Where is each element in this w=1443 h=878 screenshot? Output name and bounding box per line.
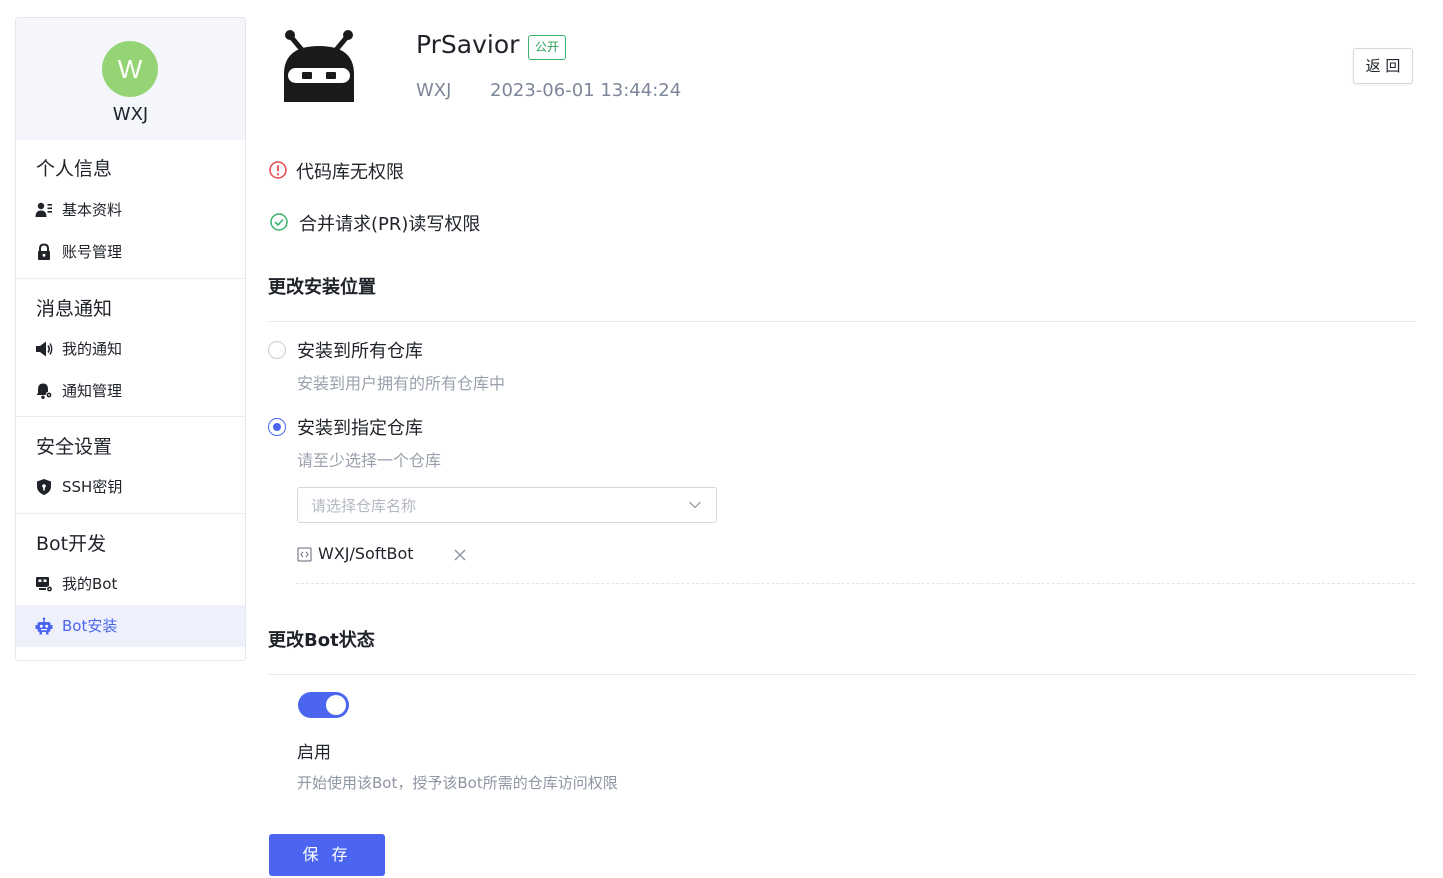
permission-label: 合并请求(PR)读写权限	[299, 214, 481, 235]
bot-logo	[284, 30, 354, 102]
lock-icon	[38, 243, 50, 260]
profile-card: W WXJ	[16, 18, 245, 140]
sidebar-item-account-management[interactable]: 账号管理	[16, 231, 245, 273]
group-title-notifications: 消息通知	[36, 298, 113, 320]
section-title-bot-status: 更改Bot状态	[268, 630, 375, 651]
section-title-install-location: 更改安装位置	[268, 277, 376, 298]
radio-selected-repos[interactable]	[268, 418, 286, 436]
robot-monitor-icon	[36, 577, 53, 593]
error-circle-icon	[269, 161, 287, 179]
remove-repo-icon[interactable]	[453, 548, 467, 562]
profile-name: WXJ	[112, 104, 149, 125]
radio-all-repos[interactable]	[268, 341, 286, 359]
back-button[interactable]: 返 回	[1353, 48, 1413, 84]
user-card-icon	[35, 202, 52, 217]
sidebar-item-label: SSH密钥	[62, 478, 123, 496]
sidebar-item-my-bot[interactable]: 我的Bot	[16, 563, 245, 605]
option-title-all-repos[interactable]: 安装到所有仓库	[297, 337, 423, 363]
repo-list-divider	[296, 583, 1415, 584]
bot-name: PrSavior	[416, 30, 520, 59]
section-divider	[268, 321, 1415, 322]
sidebar-item-label: 通知管理	[62, 382, 123, 400]
sidebar-item-bot-install[interactable]: Bot安装	[16, 605, 245, 647]
sidebar-item-label: 我的通知	[62, 340, 123, 358]
section-divider	[268, 674, 1415, 675]
bot-owner[interactable]: WXJ	[416, 80, 451, 101]
group-title-personal-info: 个人信息	[36, 158, 113, 180]
avatar[interactable]: W	[102, 41, 158, 97]
created-timestamp: 2023-06-01 13:44:24	[490, 80, 682, 101]
option-desc-selected-repos: 请至少选择一个仓库	[297, 451, 442, 470]
settings-sidebar: W WXJ 个人信息 基本资料 账号管理 消息通知 我的通知 通知管理 安全设置…	[15, 17, 246, 661]
shield-icon	[37, 479, 51, 495]
sidebar-item-label: 我的Bot	[62, 575, 118, 593]
enable-bot-toggle[interactable]	[298, 692, 349, 718]
sidebar-item-ssh-keys[interactable]: SSH密钥	[16, 466, 245, 508]
option-title-selected-repos[interactable]: 安装到指定仓库	[297, 414, 423, 440]
toggle-description: 开始使用该Bot，授予该Bot所需的仓库访问权限	[297, 774, 618, 792]
sidebar-item-label: 基本资料	[62, 201, 123, 219]
group-title-security: 安全设置	[36, 436, 113, 458]
bell-gear-icon	[36, 383, 53, 399]
repo-icon	[297, 547, 312, 562]
chevron-down-icon	[689, 501, 701, 509]
sidebar-item-label: Bot安装	[62, 617, 118, 635]
sidebar-divider	[16, 513, 245, 514]
selected-repo-name: WXJ/SoftBot	[318, 544, 414, 563]
group-title-bot-development: Bot开发	[36, 533, 107, 555]
sidebar-item-notification-management[interactable]: 通知管理	[16, 370, 245, 412]
sidebar-divider	[16, 278, 245, 279]
save-button[interactable]: 保 存	[269, 834, 385, 876]
option-desc-all-repos: 安装到用户拥有的所有仓库中	[297, 374, 506, 393]
visibility-badge: 公开	[528, 35, 567, 60]
robot-icon	[35, 617, 53, 635]
sidebar-item-label: 账号管理	[62, 243, 123, 261]
toggle-label: 启用	[297, 743, 331, 763]
repo-select-placeholder: 请选择仓库名称	[311, 497, 417, 515]
sidebar-item-basic-profile[interactable]: 基本资料	[16, 189, 245, 231]
check-circle-icon	[270, 213, 288, 231]
sidebar-item-my-notifications[interactable]: 我的通知	[16, 328, 245, 370]
repo-select[interactable]: 请选择仓库名称	[297, 487, 717, 523]
sidebar-divider	[16, 416, 245, 417]
permission-label: 代码库无权限	[296, 162, 404, 183]
speaker-icon	[36, 341, 53, 357]
